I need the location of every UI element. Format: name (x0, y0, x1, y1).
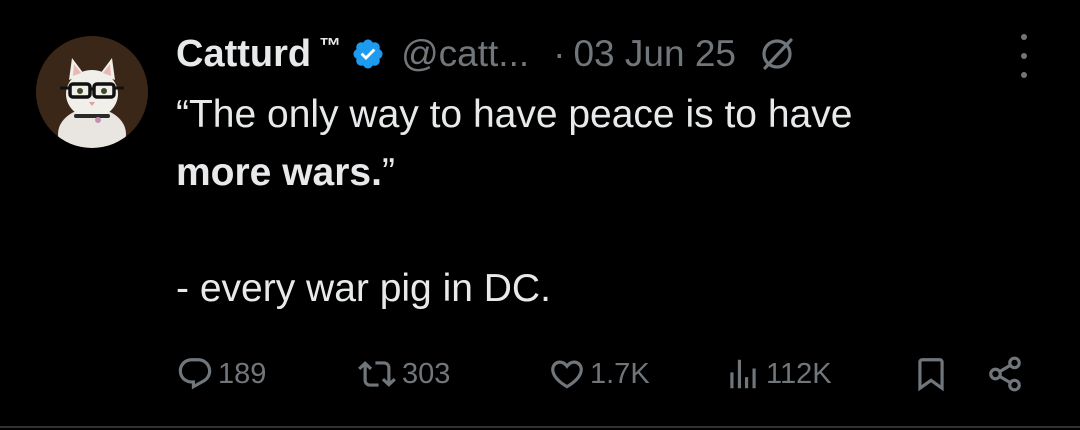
views-icon (730, 359, 756, 389)
bookmark-icon (918, 358, 944, 392)
trademark-symbol: ™ (319, 33, 342, 58)
share-button[interactable] (986, 352, 1024, 396)
reply-count: 189 (218, 357, 267, 390)
tweet-card[interactable]: Catturd ™ @catt... · 03 Jun 25 “The only… (0, 0, 1080, 430)
header-separator: · (553, 33, 566, 74)
share-icon (989, 356, 1021, 392)
tweet-text-line: more wars.” (176, 144, 1036, 202)
reply-icon (178, 358, 212, 390)
display-name[interactable]: Catturd (176, 33, 311, 76)
verified-badge-icon[interactable] (351, 37, 385, 71)
divider (0, 426, 1080, 428)
bookmark-button[interactable] (912, 352, 950, 396)
retweet-icon (358, 361, 396, 387)
tweet-date[interactable]: 03 Jun 25 (573, 33, 736, 75)
reply-button[interactable]: 189 (176, 352, 266, 396)
grok-icon[interactable] (758, 35, 796, 73)
cat-avatar-icon (36, 36, 148, 148)
views-count: 112K (766, 357, 832, 390)
like-count: 1.7K (590, 357, 650, 390)
action-bar: 189 303 1.7K 112K (176, 352, 1036, 396)
views-button[interactable]: 112K (724, 352, 832, 396)
heart-icon (551, 360, 583, 389)
like-button[interactable]: 1.7K (548, 352, 650, 396)
retweet-count: 303 (402, 357, 451, 390)
user-handle[interactable]: @catt... (401, 33, 529, 75)
tweet-text: “The only way to have peace is to have m… (176, 86, 1036, 318)
more-options-icon[interactable] (1012, 34, 1036, 78)
tweet-text-line: - every war pig in DC. (176, 267, 551, 310)
closing-quote: ” (381, 151, 395, 194)
bold-text: more wars. (176, 151, 382, 194)
tweet-header: Catturd ™ @catt... · 03 Jun 25 (176, 28, 796, 80)
avatar[interactable] (36, 36, 148, 148)
retweet-button[interactable]: 303 (356, 352, 450, 396)
tweet-text-line: “The only way to have peace is to have (176, 93, 853, 136)
